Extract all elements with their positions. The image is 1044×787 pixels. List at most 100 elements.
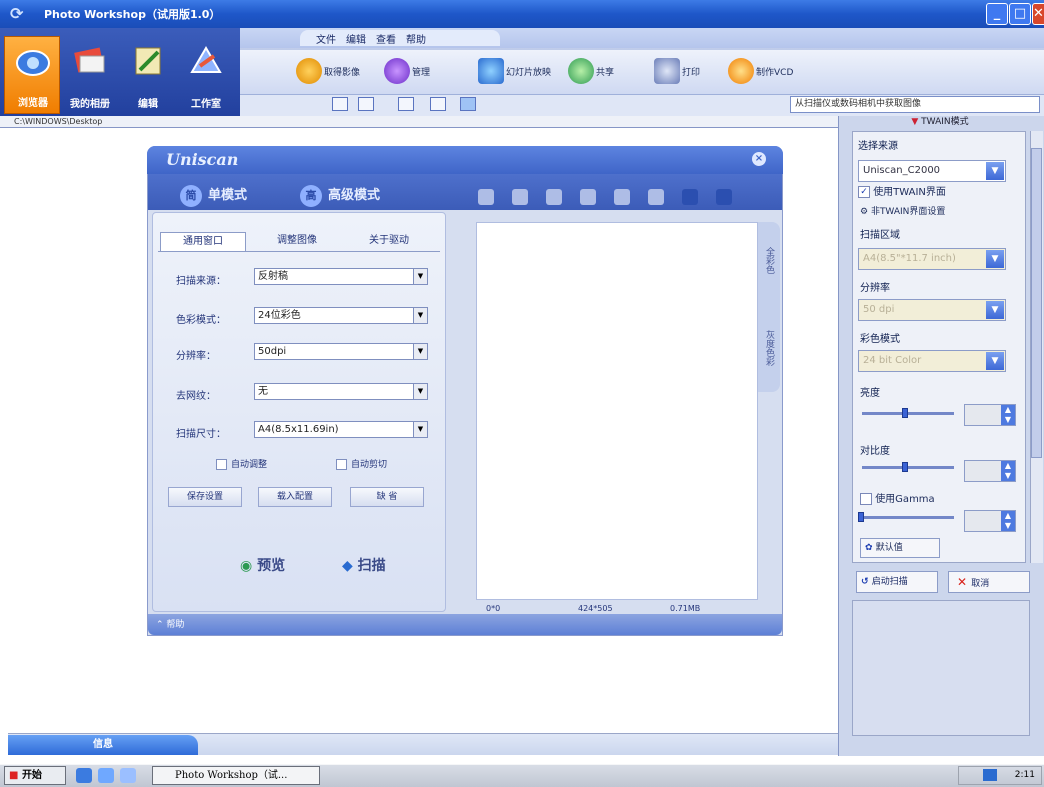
brightness-slider[interactable] xyxy=(862,412,954,415)
taskbar-app-button[interactable]: Photo Workshop（试... xyxy=(152,766,320,785)
tool-acquire[interactable]: 取得影像 xyxy=(296,56,380,86)
load-config-button[interactable]: 载入配置 xyxy=(258,487,332,507)
scan-area-select[interactable]: A4(8.5"*11.7 inch) ▼ xyxy=(858,248,1006,270)
view-filmstrip-icon[interactable] xyxy=(358,97,374,111)
defaults-button[interactable]: ✿ 默认值 xyxy=(860,538,940,558)
scan-area-label: 扫描区域 xyxy=(860,230,900,241)
chevron-down-icon[interactable]: ▼ xyxy=(986,162,1004,180)
color-mode-select[interactable]: 24 bit Color ▼ xyxy=(858,350,1006,372)
tool-vcd[interactable]: 制作VCD xyxy=(728,56,808,86)
view-grid-icon[interactable] xyxy=(460,97,476,111)
scrollbar-thumb[interactable] xyxy=(1031,148,1042,458)
scanner-help-label: 帮助 xyxy=(166,620,185,630)
view-thumbnail-icon[interactable] xyxy=(332,97,348,111)
nav-browser[interactable]: 浏览器 xyxy=(4,36,60,114)
resolution-select[interactable]: 50 dpi ▼ xyxy=(858,299,1006,321)
close-button[interactable]: ✕ xyxy=(1032,3,1044,25)
spinner-arrows-icon[interactable]: ▲ ▼ xyxy=(1001,405,1015,425)
tab-adjust[interactable]: 调整图像 xyxy=(254,232,340,252)
mode-simple[interactable]: 简单模式 xyxy=(180,184,247,207)
info-tab[interactable]: 信息 xyxy=(8,735,198,755)
scanner-help-link[interactable]: ⌃ 帮助 xyxy=(156,617,184,630)
nav-edit[interactable]: 编辑 xyxy=(120,36,176,114)
gamma-checkbox[interactable]: 使用Gamma xyxy=(860,490,935,505)
minimize-button[interactable]: _ xyxy=(986,3,1008,25)
resolution-dropdown[interactable]: 50dpi ▼ xyxy=(254,343,428,360)
menu-edit[interactable]: 编辑 xyxy=(346,31,366,46)
nav-browser-label: 浏览器 xyxy=(18,98,48,109)
source-dropdown[interactable]: 反射稿 ▼ xyxy=(254,268,428,285)
start-scan-label: 启动扫描 xyxy=(871,577,908,587)
tool-slideshow[interactable]: 幻灯片放映 xyxy=(478,56,562,86)
cancel-button[interactable]: ✕ 取消 xyxy=(948,571,1030,593)
chevron-down-icon[interactable]: ▼ xyxy=(413,308,427,323)
scan-button[interactable]: ◆ 扫描 xyxy=(342,555,386,575)
preview-area[interactable] xyxy=(476,222,758,600)
spinner-arrows-icon[interactable]: ▲ ▼ xyxy=(1001,461,1015,481)
color-dropdown[interactable]: 24位彩色 ▼ xyxy=(254,307,428,324)
contrast-slider-thumb[interactable] xyxy=(902,462,908,472)
chevron-down-icon[interactable]: ▼ xyxy=(413,384,427,399)
gamma-spinner[interactable]: ▲ ▼ xyxy=(964,510,1016,532)
source-hint-field[interactable]: 从扫描仪或数码相机中获取图像 xyxy=(790,96,1040,113)
ie-icon[interactable] xyxy=(76,768,92,783)
settings-icon[interactable] xyxy=(716,189,732,205)
brightness-slider-thumb[interactable] xyxy=(902,408,908,418)
side-tab-fullcolor[interactable]: 全彩色 xyxy=(762,230,776,290)
chevron-down-icon[interactable]: ▼ xyxy=(413,422,427,437)
nav-album[interactable]: 我的相册 xyxy=(62,36,118,114)
maximize-button[interactable]: □ xyxy=(1009,3,1031,25)
auto-crop-checkbox[interactable]: 自动剪切 xyxy=(336,457,387,470)
tool-manage[interactable]: 管理 xyxy=(384,56,456,86)
chevron-down-icon[interactable]: ▼ xyxy=(986,301,1004,319)
descreen-dropdown[interactable]: 无 ▼ xyxy=(254,383,428,400)
mode-advanced[interactable]: 高高级模式 xyxy=(300,184,380,207)
gamma-slider[interactable] xyxy=(862,516,954,519)
start-button[interactable]: ■ 开始 xyxy=(4,766,66,785)
select-icon[interactable] xyxy=(614,189,630,205)
contrast-spinner[interactable]: ▲ ▼ xyxy=(964,460,1016,482)
rotate-left-icon[interactable] xyxy=(478,189,494,205)
status-size: 424*505 xyxy=(578,604,613,613)
chevron-down-icon[interactable]: ▼ xyxy=(986,352,1004,370)
color-mode-label: 彩色模式 xyxy=(860,334,900,345)
size-dropdown[interactable]: A4(8.5x11.69in) ▼ xyxy=(254,421,428,438)
contrast-slider[interactable] xyxy=(862,466,954,469)
tool-share[interactable]: 共享 xyxy=(568,56,638,86)
menu-view[interactable]: 查看 xyxy=(376,31,396,46)
chevron-down-icon[interactable]: ▼ xyxy=(413,344,427,359)
checkbox-icon xyxy=(336,459,347,470)
tool-print[interactable]: 打印 xyxy=(654,56,720,86)
desktop-icon[interactable] xyxy=(120,768,136,783)
default-button[interactable]: 缺 省 xyxy=(350,487,424,507)
preview-button[interactable]: ◉ 预览 xyxy=(240,555,285,575)
source-select[interactable]: Uniscan_C2000 ▼ xyxy=(858,160,1006,182)
tool-print-label: 打印 xyxy=(682,68,701,78)
gamma-slider-thumb[interactable] xyxy=(858,512,864,522)
crop-icon[interactable] xyxy=(580,189,596,205)
zoom-icon[interactable] xyxy=(648,189,664,205)
rotate-right-icon[interactable] xyxy=(512,189,528,205)
outlook-icon[interactable] xyxy=(98,768,114,783)
auto-adjust-checkbox[interactable]: 自动调整 xyxy=(216,457,267,470)
brightness-spinner[interactable]: ▲ ▼ xyxy=(964,404,1016,426)
spinner-arrows-icon[interactable]: ▲ ▼ xyxy=(1001,511,1015,531)
tab-general[interactable]: 通用窗口 xyxy=(160,232,246,252)
color-picker-icon[interactable] xyxy=(682,189,698,205)
use-twain-checkbox[interactable]: ✓ 使用TWAIN界面 xyxy=(858,183,946,198)
nav-studio[interactable]: 工作室 xyxy=(178,36,234,114)
chevron-down-icon[interactable]: ▼ xyxy=(986,250,1004,268)
menu-file[interactable]: 文件 xyxy=(316,31,336,46)
scanner-close-icon[interactable]: × xyxy=(752,152,766,166)
help-arrow-icon: ⌃ xyxy=(156,620,167,630)
start-scan-button[interactable]: ↺ 启动扫描 xyxy=(856,571,938,593)
cancel-x-icon: ✕ xyxy=(957,575,972,589)
chevron-down-icon[interactable]: ▼ xyxy=(413,269,427,284)
view-details-icon[interactable] xyxy=(430,97,446,111)
flip-icon[interactable] xyxy=(546,189,562,205)
menu-help[interactable]: 帮助 xyxy=(406,31,426,46)
view-list-icon[interactable] xyxy=(398,97,414,111)
tab-about[interactable]: 关于驱动 xyxy=(346,232,432,252)
side-tab-gray[interactable]: 灰度色彩 xyxy=(762,318,776,378)
save-settings-button[interactable]: 保存设置 xyxy=(168,487,242,507)
